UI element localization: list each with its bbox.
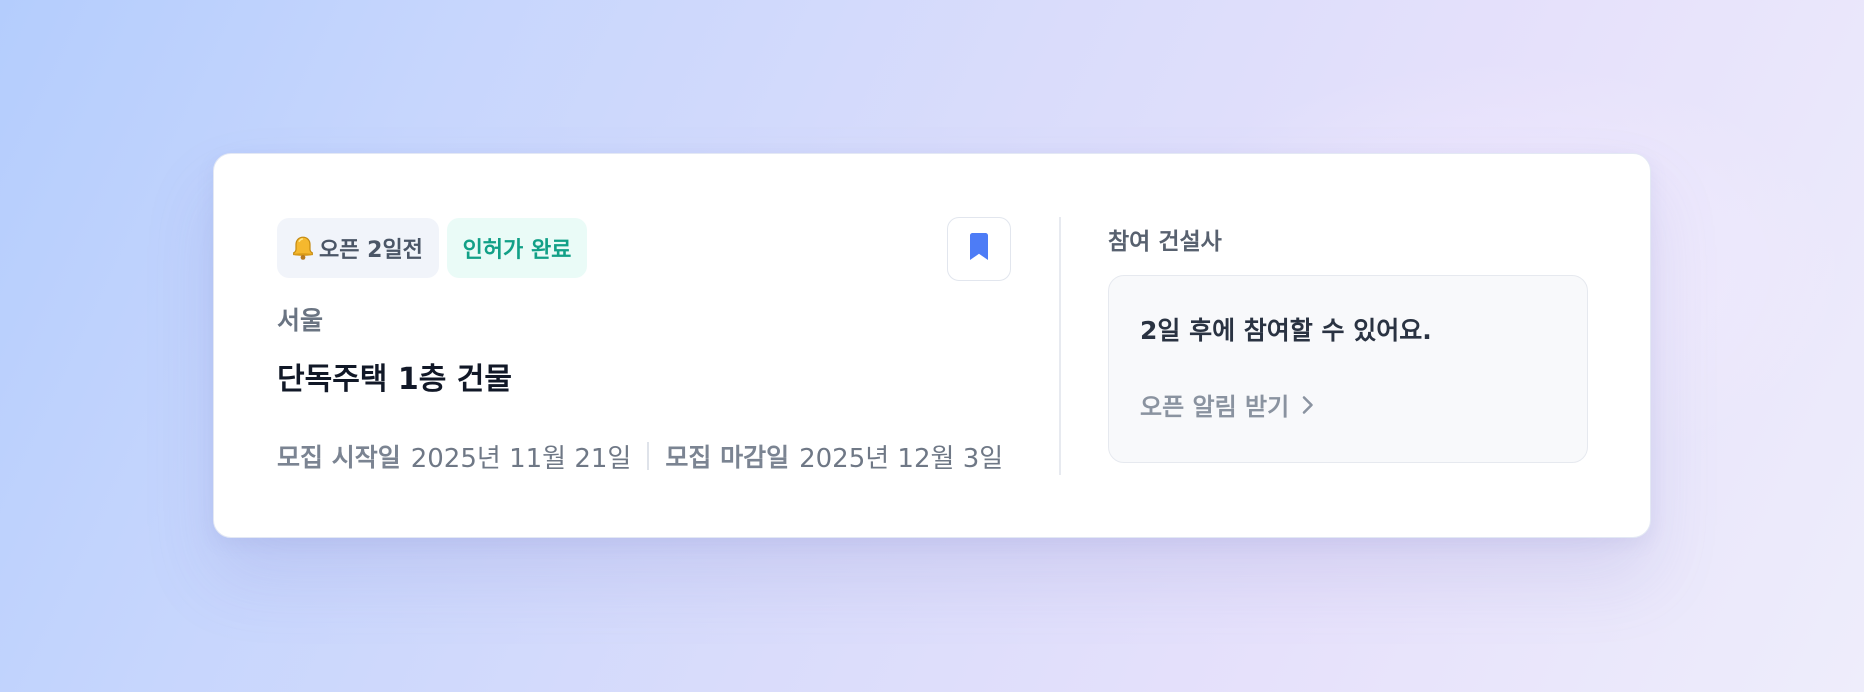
start-date-value: 2025년 11월 21일	[410, 443, 632, 474]
notice-card: 오픈 2일전 인허가 완료 서울 단독주택 1층 건물 모집 시작일 2025년…	[213, 153, 1651, 538]
region-label: 서울	[277, 306, 324, 335]
chevron-right-icon	[1299, 394, 1317, 416]
date-separator	[647, 442, 650, 470]
open-countdown-badge: 오픈 2일전	[277, 218, 439, 278]
project-title: 단독주택 1층 건물	[277, 362, 512, 397]
end-date-value: 2025년 12월 3일	[799, 443, 1004, 474]
bell-icon	[291, 235, 315, 261]
bookmark-icon	[967, 232, 991, 266]
start-date-label: 모집 시작일	[277, 443, 401, 472]
open-alert-label: 오픈 알림 받기	[1140, 393, 1290, 421]
participation-message: 2일 후에 참여할 수 있어요.	[1140, 316, 1432, 345]
participating-builders-heading: 참여 건설사	[1108, 229, 1222, 255]
permit-status-badge: 인허가 완료	[447, 218, 587, 278]
bookmark-button[interactable]	[947, 217, 1011, 281]
open-countdown-label: 오픈 2일전	[319, 238, 423, 263]
end-date-label: 모집 마감일	[665, 443, 790, 472]
section-divider	[1059, 217, 1061, 475]
builders-info-box: 2일 후에 참여할 수 있어요. 오픈 알림 받기	[1108, 275, 1588, 463]
permit-status-label: 인허가 완료	[462, 238, 572, 263]
open-alert-link[interactable]: 오픈 알림 받기	[1140, 387, 1317, 422]
recruitment-dates: 모집 시작일 2025년 11월 21일 모집 마감일 2025년 12월 3일	[277, 436, 1003, 476]
